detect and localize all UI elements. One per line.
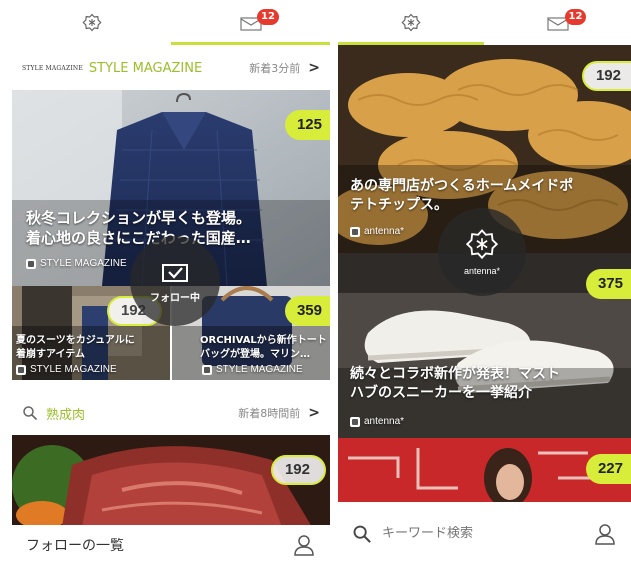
article-title-line1: ORCHIVALから新作トート <box>200 335 327 346</box>
right-screen: 12 192 あの専門店がつくるホームメイドポ テトチップス。 antenna*… <box>338 0 631 565</box>
notification-badge: 12 <box>564 9 587 25</box>
article-source: STYLE MAGAZINE <box>16 364 117 375</box>
search-icon <box>353 525 371 543</box>
like-count-badge: 125 <box>284 110 330 140</box>
like-count-badge: 192 <box>270 455 326 485</box>
source-name: STYLE MAGAZINE <box>30 364 117 375</box>
like-count-badge: 359 <box>284 296 330 326</box>
like-count-badge: 192 <box>581 61 631 91</box>
article-title-line1: 夏のスーツをカジュアルに <box>16 335 135 346</box>
magazine-updated-time: 新着3分前 <box>249 62 301 75</box>
left-screen: 12 STYLE MAGAZINE STYLE MAGAZINE 新着3分前 > <box>12 0 330 565</box>
article-source: antenna* <box>350 226 404 237</box>
source-name: STYLE MAGAZINE <box>216 364 303 375</box>
follow-list-bar[interactable]: フォローの一覧 <box>12 525 330 565</box>
source-icon <box>16 364 26 375</box>
article-title-line2: ハブのスニーカーを一挙紹介 <box>350 384 532 401</box>
tab-inbox[interactable]: 12 <box>171 0 330 45</box>
article-title-line2: バッグが登場。マリン… <box>200 348 310 360</box>
article-title: 続々とコラボ新作が発表！マスト ハブのスニーカーを一挙紹介 <box>350 365 631 403</box>
search-bar <box>338 502 631 565</box>
follow-list-label: フォローの一覧 <box>26 538 124 554</box>
top-tab-bar: 12 <box>12 0 330 45</box>
article-card-street[interactable]: 227 <box>338 438 631 502</box>
antenna-logo-icon <box>81 13 102 31</box>
article-source: STYLE MAGAZINE <box>202 364 303 375</box>
source-name: STYLE MAGAZINE <box>40 258 127 269</box>
source-icon <box>350 416 360 427</box>
keyword-title: 熟成肉 <box>46 407 86 423</box>
person-icon[interactable] <box>593 522 617 546</box>
like-count-badge: 375 <box>585 269 631 299</box>
source-name: antenna* <box>364 416 405 427</box>
article-title: ORCHIVALから新作トート バッグが登場。マリン… <box>200 334 327 361</box>
article-card-meat[interactable]: 192 <box>12 435 330 527</box>
keyword-updated-time: 新着8時間前 <box>238 407 301 420</box>
chevron-right-icon[interactable]: > <box>308 405 320 421</box>
source-icon <box>26 258 36 269</box>
article-source: antenna* <box>350 416 404 427</box>
article-source: STYLE MAGAZINE <box>26 258 127 269</box>
person-icon[interactable] <box>292 533 316 557</box>
source-name: antenna* <box>364 226 405 237</box>
article-title-line1: 秋冬コレクションが早くも登場。 <box>26 209 252 227</box>
article-title-line1: あの専門店がつくるホームメイドポ <box>350 178 574 194</box>
keyword-header[interactable]: 熟成肉 新着8時間前 > <box>12 393 330 433</box>
article-title-line1: 続々とコラボ新作が発表！マスト <box>350 366 560 382</box>
tab-home[interactable] <box>338 0 485 45</box>
checkmark-icon <box>162 263 188 282</box>
magazine-header[interactable]: STYLE MAGAZINE STYLE MAGAZINE 新着3分前 > <box>12 48 330 88</box>
top-tab-bar: 12 <box>338 0 631 45</box>
article-title-line2: 着崩すアイテム <box>16 348 85 360</box>
search-input[interactable] <box>382 526 552 541</box>
antenna-logo-overlay[interactable]: antenna* <box>438 208 526 296</box>
antenna-logo-icon <box>401 13 421 31</box>
source-icon <box>350 226 360 237</box>
active-tab-indicator <box>171 42 330 45</box>
like-count-badge: 227 <box>585 454 631 484</box>
follow-status-label: フォロー中 <box>150 292 200 304</box>
search-icon <box>23 406 38 421</box>
chevron-right-icon[interactable]: > <box>308 60 320 76</box>
tab-inbox[interactable]: 12 <box>485 0 631 45</box>
magazine-small-logo: STYLE MAGAZINE <box>22 64 83 72</box>
tab-home[interactable] <box>12 0 171 45</box>
source-icon <box>202 364 212 375</box>
notification-badge: 12 <box>257 9 279 25</box>
magazine-title: STYLE MAGAZINE <box>88 60 203 76</box>
article-title: 夏のスーツをカジュアルに 着崩すアイテム <box>16 334 135 361</box>
antenna-logo-icon <box>465 229 499 260</box>
follow-status-overlay[interactable]: フォロー中 <box>130 236 220 326</box>
antenna-logo-label: antenna* <box>463 266 501 276</box>
